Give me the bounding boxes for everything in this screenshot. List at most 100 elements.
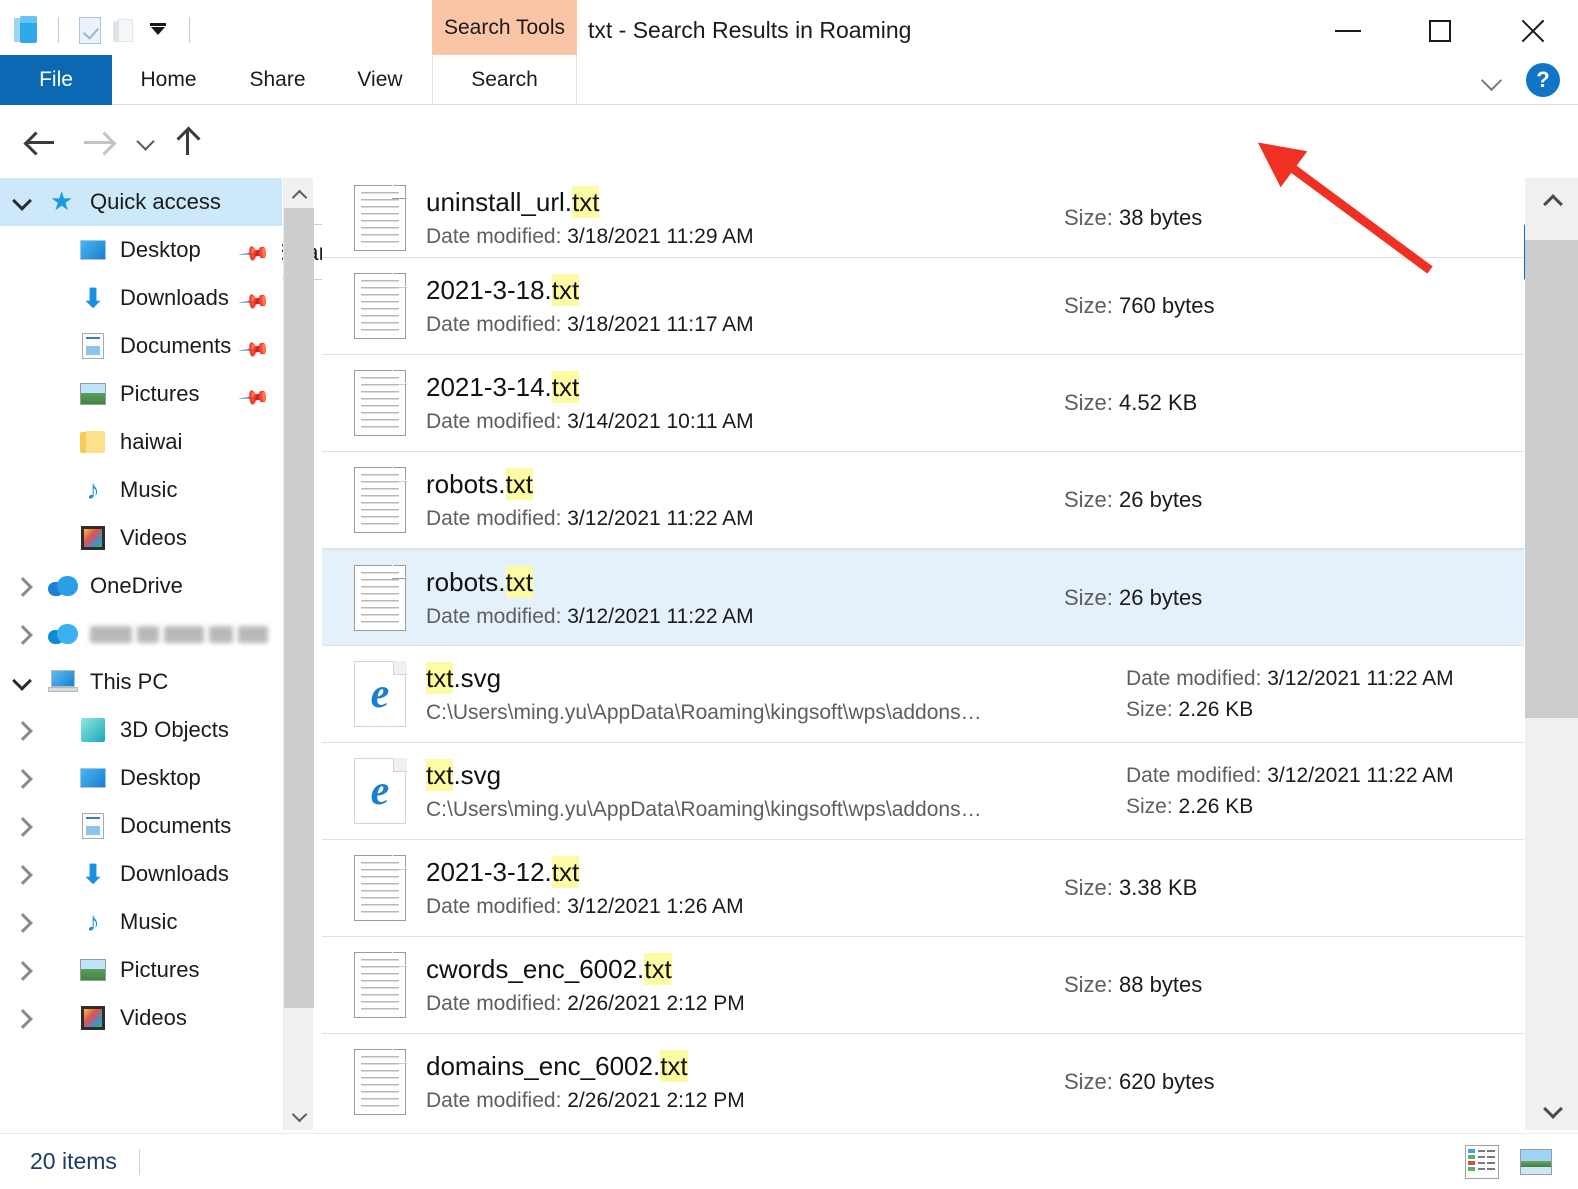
chevron-down-icon — [13, 675, 31, 689]
pin-icon[interactable]: 📌 — [238, 237, 271, 270]
sidebar-item-label: Music — [120, 477, 178, 502]
expander[interactable] — [0, 819, 44, 833]
sidebar-item-desktop[interactable]: Desktop 📌 — [0, 226, 282, 274]
expander[interactable] — [0, 627, 44, 641]
file-name-match: txt — [551, 371, 580, 403]
date-modified-line: Date modified: 3/12/2021 11:22 AM — [426, 507, 1064, 531]
file-list-scroll-down-button[interactable] — [1525, 1090, 1578, 1130]
sidebar-item-documents[interactable]: Documents — [0, 802, 282, 850]
sidebar-scroll-down-button[interactable] — [284, 1100, 314, 1130]
close-button[interactable] — [1486, 0, 1578, 62]
sidebar-item-desktop[interactable]: Desktop — [0, 754, 282, 802]
file-icon — [354, 1049, 426, 1115]
help-button[interactable]: ? — [1526, 62, 1560, 97]
expander[interactable] — [0, 867, 44, 881]
tab-share[interactable]: Share — [225, 55, 330, 104]
date-modified-label: Date modified: — [426, 313, 562, 336]
sidebar-item-pictures[interactable]: Pictures — [0, 946, 282, 994]
file-name: 2021-3-12.txt — [426, 856, 1064, 888]
file-row[interactable]: robots.txt Date modified: 3/12/2021 11:22… — [322, 452, 1524, 549]
expander[interactable] — [0, 579, 44, 593]
file-row[interactable]: 2021-3-18.txt Date modified: 3/18/2021 11… — [322, 258, 1524, 355]
qat-divider-2 — [189, 17, 190, 43]
star-icon: ★ — [50, 186, 74, 216]
size-value: 88 bytes — [1119, 972, 1203, 997]
file-name: robots.txt — [426, 565, 1064, 598]
file-icon — [354, 565, 426, 631]
sidebar-item-onedrive-business[interactable] — [0, 610, 282, 658]
navigation-pane[interactable]: ★ Quick access Desktop 📌 ⬇ Downloads 📌 Document… — [0, 178, 282, 1130]
sidebar-scroll-up-button[interactable] — [284, 178, 314, 208]
sidebar-item-quick-access[interactable]: ★ Quick access — [0, 178, 282, 226]
file-list[interactable]: uninstall_url.txt Date modified: 3/18/202… — [322, 178, 1524, 1130]
sidebar-item-pictures[interactable]: Pictures 📌 — [0, 370, 282, 418]
pin-icon[interactable]: 📌 — [238, 285, 271, 318]
tab-home[interactable]: Home — [112, 55, 225, 104]
file-row[interactable]: domains_enc_6002.txt Date modified: 2/26/… — [322, 1034, 1524, 1130]
file-list-scroll-up-button[interactable] — [1525, 178, 1578, 218]
date-modified-value: 2/26/2021 2:12 PM — [567, 1089, 745, 1112]
file-meta: Date modified: 3/12/2021 11:22 AM Size: 2… — [1126, 764, 1524, 819]
ribbon-right-controls: ? — [1482, 55, 1560, 104]
sidebar-item-videos[interactable]: Videos — [0, 514, 282, 562]
file-list-scrollbar[interactable] — [1525, 178, 1578, 1130]
up-button[interactable] — [168, 122, 208, 162]
sidebar-item-haiwai[interactable]: haiwai — [0, 418, 282, 466]
chevron-up-icon — [292, 189, 306, 198]
size-label: Size: — [1064, 390, 1113, 415]
sidebar-item-3d-objects[interactable]: 3D Objects — [0, 706, 282, 754]
expander[interactable] — [0, 915, 44, 929]
recent-locations-button[interactable] — [128, 122, 164, 162]
expander[interactable] — [0, 963, 44, 977]
forward-button[interactable] — [78, 122, 120, 162]
back-button[interactable] — [20, 122, 62, 162]
expander[interactable] — [0, 771, 44, 785]
date-modified-label: Date modified: — [1126, 763, 1262, 787]
new-folder-icon[interactable] — [107, 13, 141, 47]
file-list-scroll-thumb[interactable] — [1525, 240, 1578, 718]
file-row[interactable]: 2021-3-12.txt Date modified: 3/12/2021 1:… — [322, 840, 1524, 937]
file-row[interactable]: 2021-3-14.txt Date modified: 3/14/2021 10… — [322, 355, 1524, 452]
sidebar-item-documents[interactable]: Documents 📌 — [0, 322, 282, 370]
tab-search[interactable]: Search — [432, 55, 577, 104]
sidebar-item-label: haiwai — [120, 429, 183, 454]
maximize-button[interactable] — [1394, 0, 1486, 62]
expand-ribbon-chevron-down-icon[interactable] — [1482, 73, 1506, 87]
sidebar-item-downloads[interactable]: ⬇ Downloads 📌 — [0, 274, 282, 322]
sidebar-scrollbar[interactable] — [283, 178, 314, 1130]
sidebar-item-this-pc[interactable]: This PC — [0, 658, 282, 706]
expander[interactable] — [0, 1011, 44, 1025]
sidebar-item-videos[interactable]: Videos — [0, 994, 282, 1042]
file-meta: Size: 620 bytes — [1064, 1069, 1524, 1095]
sidebar-scroll-thumb[interactable] — [284, 208, 314, 1008]
expander[interactable] — [0, 723, 44, 737]
pin-icon[interactable]: 📌 — [238, 381, 271, 414]
details-view-button[interactable] — [1465, 1144, 1499, 1179]
expander[interactable] — [0, 675, 44, 689]
file-row[interactable]: robots.txt Date modified: 3/12/2021 11:22… — [322, 549, 1524, 646]
sidebar-item-onedrive[interactable]: OneDrive — [0, 562, 282, 610]
file-name-prefix: 2021-3-12. — [426, 857, 552, 887]
thumbnails-view-button[interactable] — [1520, 1146, 1552, 1178]
file-icon — [354, 370, 426, 436]
file-row[interactable]: cwords_enc_6002.txt Date modified: 2/26/2… — [322, 937, 1524, 1034]
file-name: txt.svg — [426, 662, 1126, 694]
expander[interactable] — [0, 195, 44, 209]
file-row[interactable]: e txt.svg C:\Users\ming.yu\AppData\Roaming… — [322, 743, 1524, 840]
properties-icon[interactable] — [73, 13, 107, 47]
pin-icon[interactable]: 📌 — [238, 333, 271, 366]
size-line: Size: 2.26 KB — [1126, 795, 1524, 819]
file-row[interactable]: e txt.svg C:\Users\ming.yu\AppData\Roaming… — [322, 646, 1524, 743]
sidebar-item-music[interactable]: ♪ Music — [0, 466, 282, 514]
customize-qat-dropdown-icon[interactable] — [141, 13, 175, 47]
sidebar-item-music[interactable]: ♪ Music — [0, 898, 282, 946]
file-row[interactable]: uninstall_url.txt Date modified: 3/18/202… — [322, 178, 1524, 258]
explorer-icon[interactable] — [10, 13, 44, 47]
tab-view[interactable]: View — [330, 55, 430, 104]
sidebar-item-downloads[interactable]: ⬇ Downloads — [0, 850, 282, 898]
quick-access-toolbar — [10, 8, 204, 52]
chevron-right-icon — [13, 819, 31, 833]
chevron-down-icon — [13, 195, 31, 209]
minimize-button[interactable] — [1302, 0, 1394, 62]
tab-file[interactable]: File — [0, 55, 112, 105]
